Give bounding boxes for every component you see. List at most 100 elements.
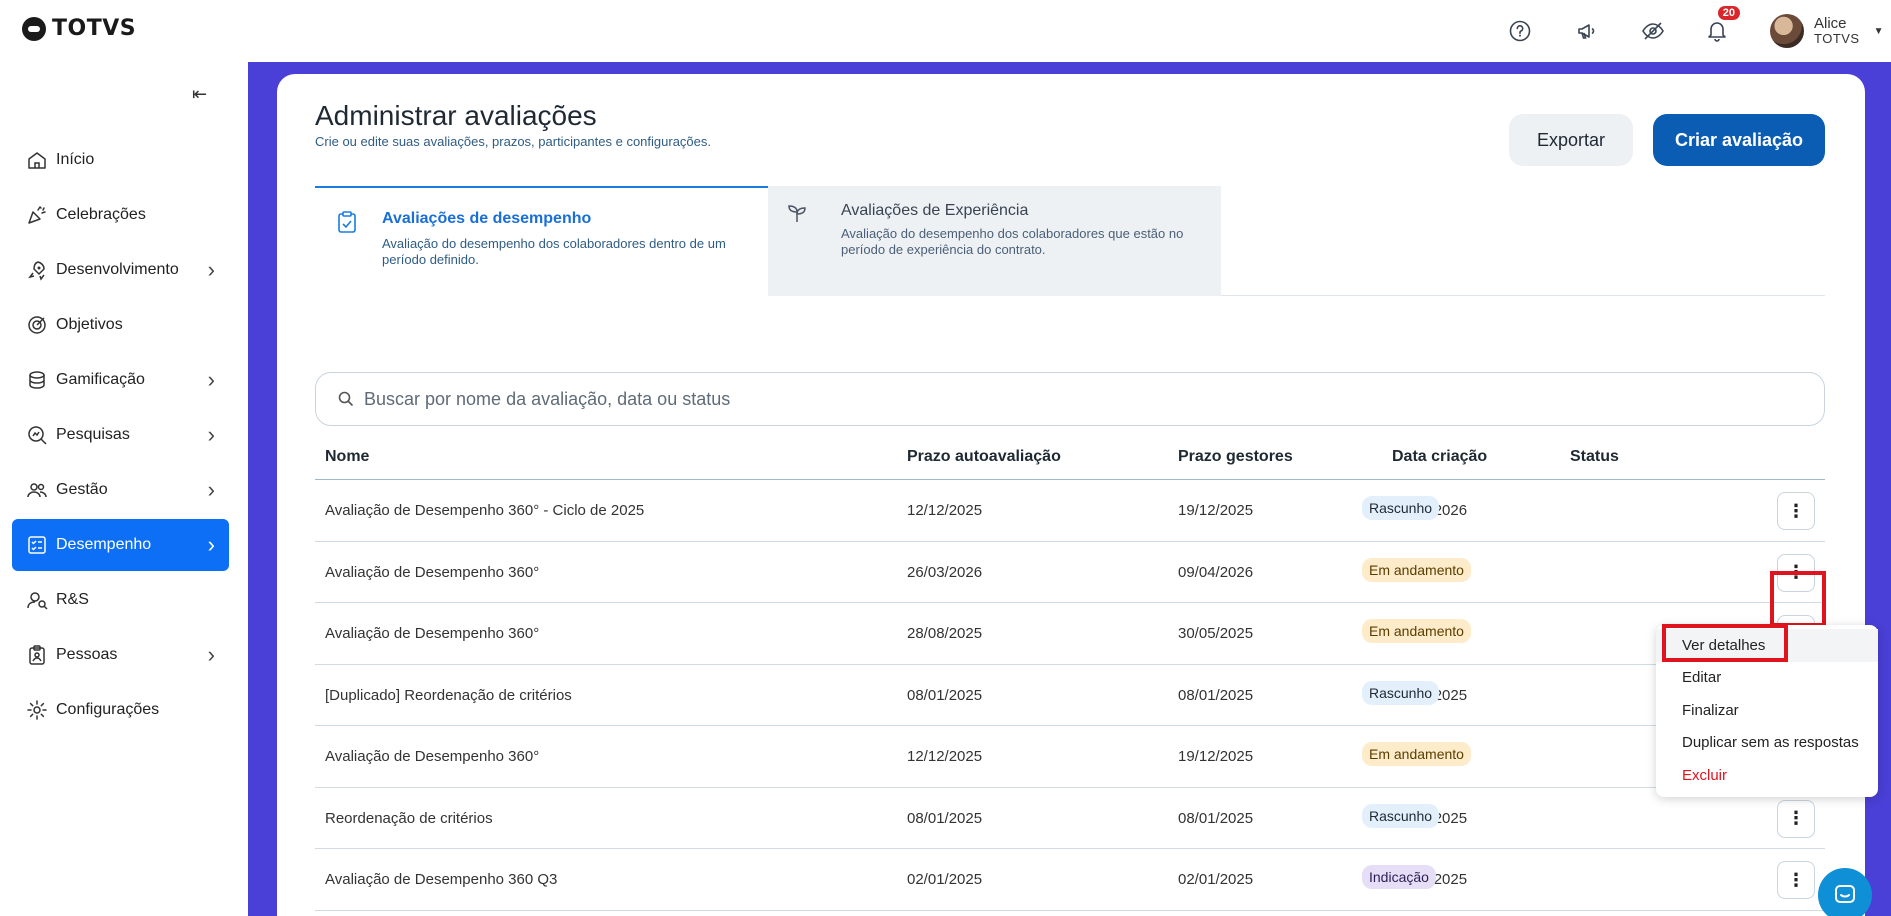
evaluation-tabs: Avaliações de desempenho Avaliação do de…: [315, 186, 1825, 296]
target-icon: [26, 314, 48, 336]
chat-icon: [1835, 885, 1855, 903]
chevron-right-icon: ›: [207, 477, 215, 502]
cell-self-deadline: 26/03/2026: [907, 563, 983, 581]
chevron-right-icon: ›: [207, 367, 215, 392]
cell-self-deadline: 28/08/2025: [907, 625, 983, 642]
table-header: Nome Prazo autoavaliação Prazo gestores …: [315, 446, 1825, 480]
status-badge: Indicação: [1362, 865, 1436, 889]
cell-manager-deadline: 30/05/2025: [1178, 625, 1254, 642]
hidden-eye-icon[interactable]: [1638, 16, 1668, 46]
totvs-logo[interactable]: TOTVS: [22, 16, 136, 41]
table-row[interactable]: Avaliação de Desempenho 360 Q3 02/01/2025…: [315, 849, 1825, 911]
content-card: Administrar avaliações Crie ou edite sua…: [277, 74, 1865, 916]
tab-title: Avaliações de desempenho: [382, 210, 592, 227]
totvs-logo-mark: [22, 16, 46, 41]
table-row[interactable]: Reordenação de critérios 08/01/2025 08/01/…: [315, 788, 1825, 849]
sidebar-item-r-s[interactable]: R&S: [12, 574, 229, 626]
sprout-icon: [786, 202, 808, 226]
sidebar-item-desenvolvimento[interactable]: Desenvolvimento ›: [12, 244, 229, 296]
help-icon[interactable]: [1505, 16, 1535, 46]
totvs-logo-text: TOTVS: [52, 16, 137, 41]
collapse-sidebar-icon[interactable]: ⇤: [192, 84, 207, 105]
menu-item-duplicar-sem-as-respostas[interactable]: Duplicar sem as respostas: [1656, 727, 1878, 760]
menu-item-excluir[interactable]: Excluir: [1656, 759, 1878, 792]
column-header-self-deadline[interactable]: Prazo autoavaliação: [907, 448, 1061, 466]
sidebar-item-label: Configurações: [56, 701, 160, 718]
cell-manager-deadline: 08/01/2025: [1178, 686, 1254, 704]
cell-manager-deadline: 08/01/2025: [1178, 809, 1254, 827]
cell-manager-deadline: 02/01/2025: [1178, 871, 1254, 888]
evaluations-table: Nome Prazo autoavaliação Prazo gestores …: [315, 446, 1825, 911]
column-header-status[interactable]: Status: [1570, 448, 1619, 466]
status-badge: Rascunho: [1362, 680, 1440, 705]
cell-manager-deadline: 19/12/2025: [1178, 748, 1254, 765]
sidebar-item-inicio[interactable]: Início: [12, 134, 229, 186]
sidebar-item-objetivos[interactable]: Objetivos: [12, 299, 229, 351]
sidebar-item-pessoas[interactable]: Pessoas ›: [12, 629, 229, 681]
create-evaluation-button[interactable]: Criar avaliação: [1653, 114, 1825, 166]
table-row[interactable]: [Duplicado] Reordenação de critérios 08/0…: [315, 665, 1825, 726]
status-badge: Rascunho: [1362, 496, 1440, 520]
chat-support-button[interactable]: [1818, 868, 1872, 916]
sidebar-item-label: Desenvolvimento: [56, 261, 179, 278]
checklist-icon: [26, 534, 48, 556]
search-bar[interactable]: [315, 372, 1825, 426]
tab-experience-evaluations[interactable]: Avaliações de Experiência Avaliação do d…: [768, 186, 1221, 296]
sidebar-item-label: Pessoas: [56, 646, 118, 663]
row-actions-button[interactable]: ⋮: [1777, 492, 1815, 530]
sidebar-item-pesquisas[interactable]: Pesquisas ›: [12, 409, 229, 461]
kebab-menu-icon: ⋮: [1787, 808, 1805, 828]
notification-count-badge: 20: [1717, 6, 1740, 20]
sidebar-item-label: Objetivos: [56, 316, 123, 333]
chevron-right-icon: ›: [207, 642, 215, 667]
sidebar-item-label: Pesquisas: [56, 426, 130, 443]
caret-down-icon: ▼: [1873, 25, 1884, 37]
clipboard-check-icon: [337, 210, 359, 234]
cell-name: Avaliação de Desempenho 360° - Ciclo de …: [325, 502, 645, 519]
sidebar-nav: Início Celebrações Desenvolvimento › Objetiv…: [12, 134, 229, 739]
menu-item-editar[interactable]: Editar: [1656, 662, 1878, 695]
cell-manager-deadline: 09/04/2026: [1178, 563, 1254, 581]
cell-name: Reordenação de critérios: [325, 809, 493, 827]
table-row[interactable]: Avaliação de Desempenho 360° - Ciclo de …: [315, 480, 1825, 542]
table-row[interactable]: Avaliação de Desempenho 360° 12/12/2025 19…: [315, 726, 1825, 788]
avatar: [1770, 14, 1804, 48]
tab-description: Avaliação do desempenho dos colaboradore…: [841, 226, 1184, 257]
cell-name: Avaliação de Desempenho 360°: [325, 563, 540, 581]
sidebar-item-desempenho[interactable]: Desempenho ›: [12, 519, 229, 571]
sidebar-item-label: Desempenho: [56, 536, 152, 553]
column-header-name[interactable]: Nome: [325, 448, 369, 466]
column-header-manager-deadline[interactable]: Prazo gestores: [1178, 448, 1293, 466]
search-chart-icon: [26, 424, 48, 446]
cell-name: Avaliação de Desempenho 360°: [325, 748, 540, 765]
column-header-created[interactable]: Data criação: [1392, 448, 1487, 466]
table-row[interactable]: Avaliação de Desempenho 360° 28/08/2025 30…: [315, 603, 1825, 665]
status-badge: Em andamento: [1362, 557, 1471, 582]
bell-icon[interactable]: 20: [1702, 6, 1740, 46]
user-menu[interactable]: Alice TOTVS ▼: [1770, 14, 1884, 48]
kebab-menu-icon: ⋮: [1787, 869, 1805, 890]
sidebar-item-configuracoes[interactable]: Configurações: [12, 684, 229, 736]
rocket-icon: [26, 259, 48, 281]
megaphone-icon[interactable]: [1572, 16, 1602, 46]
tab-performance-evaluations[interactable]: Avaliações de desempenho Avaliação do de…: [315, 186, 768, 296]
gear-icon: [26, 699, 48, 721]
sidebar-item-gamificacao[interactable]: Gamificação ›: [12, 354, 229, 406]
row-actions-button[interactable]: ⋮: [1777, 799, 1815, 838]
menu-item-finalizar[interactable]: Finalizar: [1656, 694, 1878, 727]
sidebar-item-label: Gestão: [56, 481, 108, 498]
user-search-icon: [26, 589, 48, 611]
tab-title: Avaliações de Experiência: [841, 202, 1029, 219]
search-input[interactable]: [364, 388, 1764, 410]
user-company: TOTVS: [1814, 31, 1860, 47]
table-row[interactable]: Avaliação de Desempenho 360° 26/03/2026 09…: [315, 542, 1825, 603]
cell-self-deadline: 08/01/2025: [907, 809, 983, 827]
top-bar: TOTVS 20 Alice TOTVS ▼: [0, 0, 1891, 62]
row-actions-button[interactable]: ⋮: [1777, 861, 1815, 899]
sidebar-item-celebracoes[interactable]: Celebrações: [12, 189, 229, 241]
sidebar-item-label: Início: [56, 151, 95, 168]
table-body: Avaliação de Desempenho 360° - Ciclo de …: [315, 480, 1825, 911]
export-button[interactable]: Exportar: [1509, 114, 1633, 166]
sidebar-item-gestao[interactable]: Gestão ›: [12, 464, 229, 516]
status-badge: Em andamento: [1362, 619, 1471, 643]
